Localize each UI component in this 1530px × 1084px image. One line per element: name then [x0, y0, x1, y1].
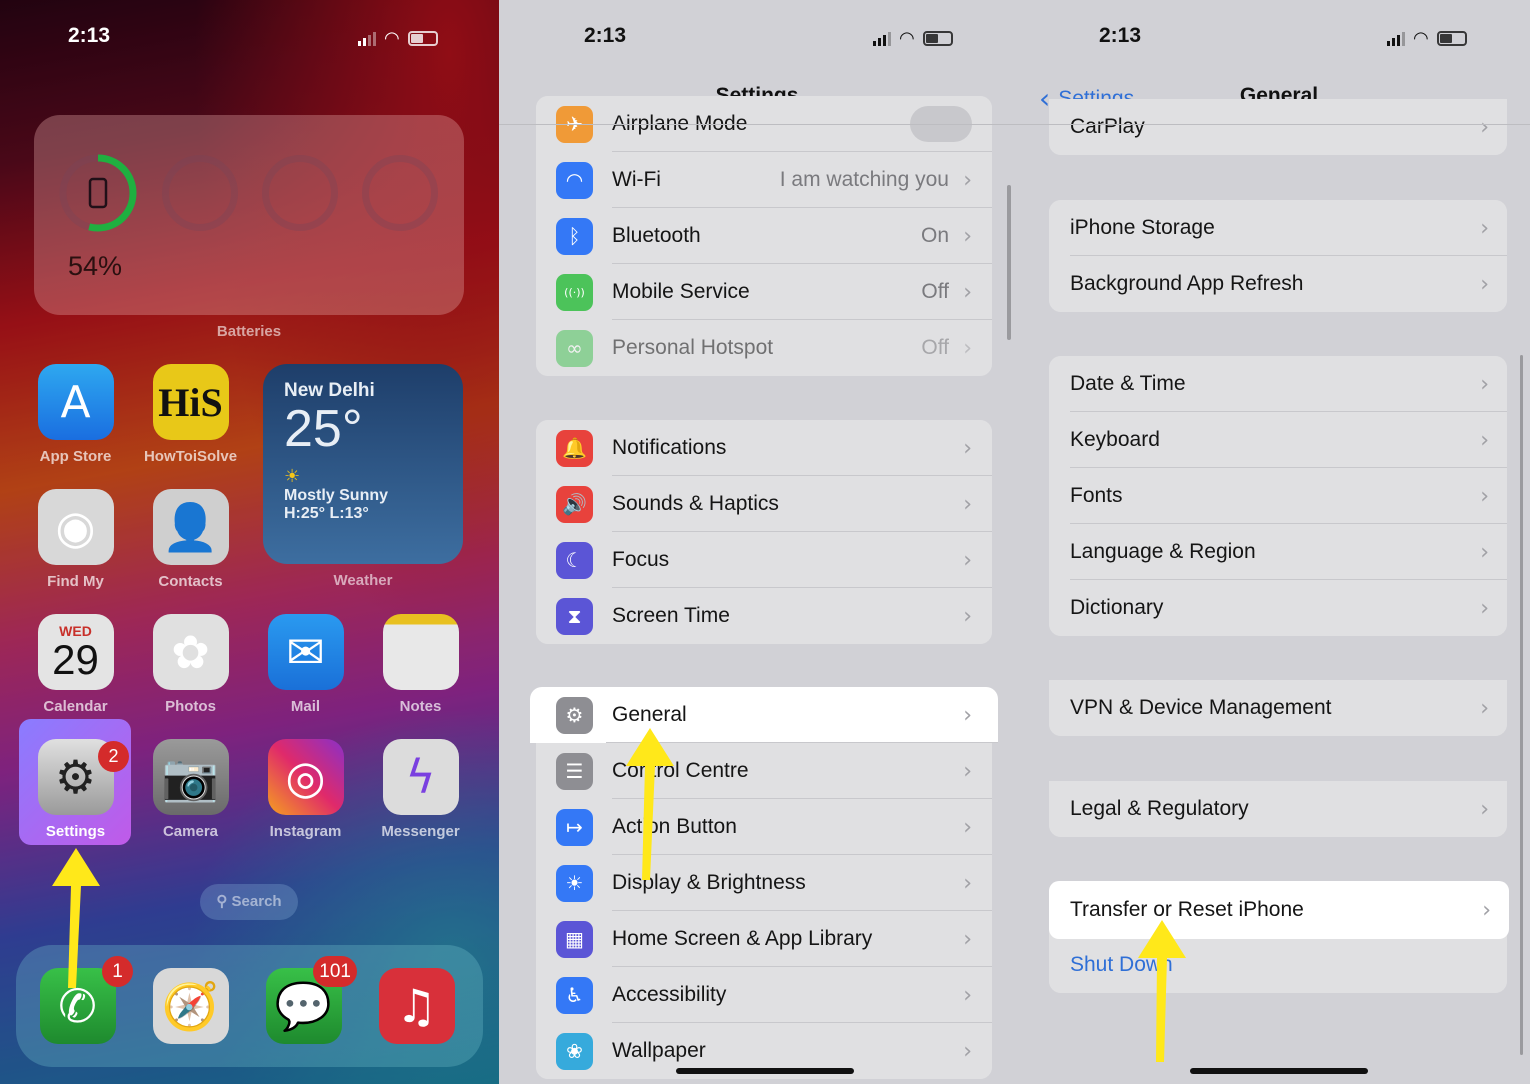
- arrow-up-icon: [1138, 920, 1186, 1062]
- arrow-up-icon: [52, 848, 100, 988]
- arrow-up-icon: [626, 728, 674, 880]
- tutorial-arrows: [52, 728, 1186, 1062]
